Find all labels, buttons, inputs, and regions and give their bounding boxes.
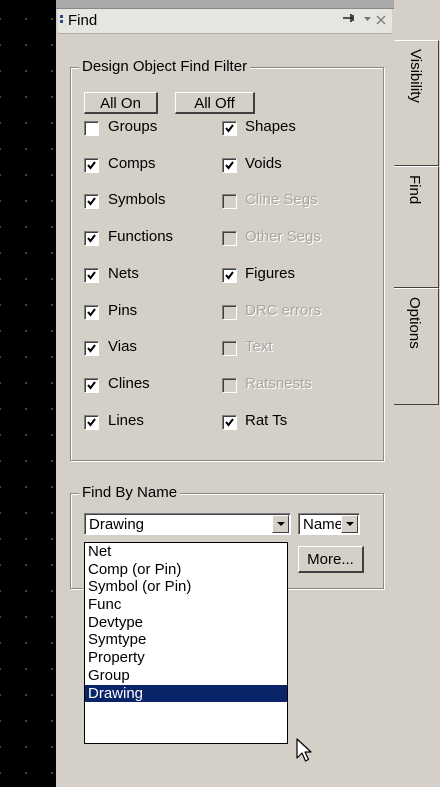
tab-options-label: Options [406, 297, 423, 349]
checkbox-label-text: Text [245, 338, 273, 356]
dropdown-option-devtype[interactable]: Devtype [85, 614, 287, 632]
checkbox-lines[interactable] [84, 414, 99, 430]
checkbox-symbols[interactable] [84, 194, 99, 210]
all-off-button[interactable]: All Off [175, 92, 255, 114]
find-panel: Find Design Object Find Filter All On Al… [56, 0, 394, 787]
checkbox-label-other-segs: Other Segs [245, 228, 321, 246]
checkbox-label-figures[interactable]: Figures [245, 265, 295, 282]
tab-find-label: Find [406, 175, 423, 205]
panel-title: Find [68, 12, 98, 29]
checkbox-label-symbols[interactable]: Symbols [108, 191, 166, 208]
filter-group-title: Design Object Find Filter [79, 58, 251, 75]
chevron-down-icon[interactable] [272, 515, 289, 533]
checkbox-voids[interactable] [222, 157, 237, 173]
dropdown-option-property[interactable]: Property [85, 649, 287, 667]
dropdown-option-comp-or-pin[interactable]: Comp (or Pin) [85, 561, 287, 579]
panel-top-strip [56, 0, 394, 9]
dropdown-option-symtype[interactable]: Symtype [85, 631, 287, 649]
checkbox-drc-errors [222, 304, 237, 320]
checkbox-rat-ts[interactable] [222, 414, 237, 430]
checkbox-label-ratsnests: Ratsnests [245, 374, 312, 392]
checkbox-label-shapes[interactable]: Shapes [245, 118, 296, 135]
dropdown-option-symbol-or-pin[interactable]: Symbol (or Pin) [85, 578, 287, 596]
checkbox-label-groups[interactable]: Groups [108, 118, 157, 135]
more-button[interactable]: More... [298, 546, 364, 573]
object-type-combo[interactable]: Drawing [84, 513, 291, 535]
checkbox-cline-segs [222, 194, 237, 210]
checkbox-figures[interactable] [222, 267, 237, 283]
checkbox-label-comps[interactable]: Comps [108, 155, 156, 172]
panel-titlebar[interactable]: Find [58, 9, 392, 34]
dropdown-option-drawing[interactable]: Drawing [85, 684, 287, 703]
checkbox-vias[interactable] [84, 341, 99, 357]
checkbox-clines[interactable] [84, 377, 99, 393]
search-mode-combo[interactable]: Name [298, 513, 360, 535]
all-on-button[interactable]: All On [84, 92, 158, 114]
checkbox-label-lines[interactable]: Lines [108, 412, 144, 429]
pin-icon[interactable] [342, 11, 356, 28]
mouse-cursor-icon [296, 738, 312, 768]
object-type-value: Drawing [89, 516, 145, 533]
checkbox-functions[interactable] [84, 231, 99, 247]
find-by-name-title: Find By Name [79, 484, 181, 501]
tab-find[interactable]: Find [394, 166, 439, 288]
checkbox-label-nets[interactable]: Nets [108, 265, 139, 282]
chevron-down-icon[interactable] [341, 515, 358, 533]
dropdown-option-func[interactable]: Func [85, 596, 287, 614]
object-type-dropdown-list[interactable]: Net Comp (or Pin) Symbol (or Pin) Func Devty… [84, 542, 288, 744]
grip-icon[interactable] [60, 15, 63, 28]
tab-options[interactable]: Options [394, 288, 439, 405]
checkbox-label-clines[interactable]: Clines [108, 375, 150, 392]
dropdown-option-group[interactable]: Group [85, 667, 287, 685]
design-canvas-strip[interactable] [0, 0, 56, 787]
checkbox-other-segs [222, 231, 237, 247]
checkbox-text [222, 341, 237, 357]
dropdown-option-net[interactable]: Net [85, 543, 287, 561]
checkbox-shapes[interactable] [222, 121, 237, 136]
checkbox-label-voids[interactable]: Voids [245, 155, 282, 172]
checkbox-pins[interactable] [84, 304, 99, 320]
checkbox-label-drc-errors: DRC errors [245, 301, 321, 319]
tab-visibility-label: Visibility [407, 49, 424, 103]
checkbox-ratsnests [222, 377, 237, 393]
panel-menu-icon[interactable] [363, 10, 372, 29]
checkbox-nets[interactable] [84, 267, 99, 283]
search-mode-value: Name [303, 516, 344, 533]
tab-visibility[interactable]: Visibility [394, 40, 439, 166]
checkbox-label-functions[interactable]: Functions [108, 228, 173, 245]
checkbox-label-pins[interactable]: Pins [108, 302, 137, 319]
checkbox-label-rat-ts[interactable]: Rat Ts [245, 412, 287, 429]
checkbox-label-vias[interactable]: Vias [108, 338, 137, 355]
checkbox-groups[interactable] [84, 121, 99, 136]
close-icon[interactable] [375, 10, 387, 32]
design-object-find-filter-group: Design Object Find Filter All On All Off… [70, 58, 384, 461]
checkbox-comps[interactable] [84, 157, 99, 173]
checkbox-label-cline-segs: Cline Segs [245, 191, 318, 209]
